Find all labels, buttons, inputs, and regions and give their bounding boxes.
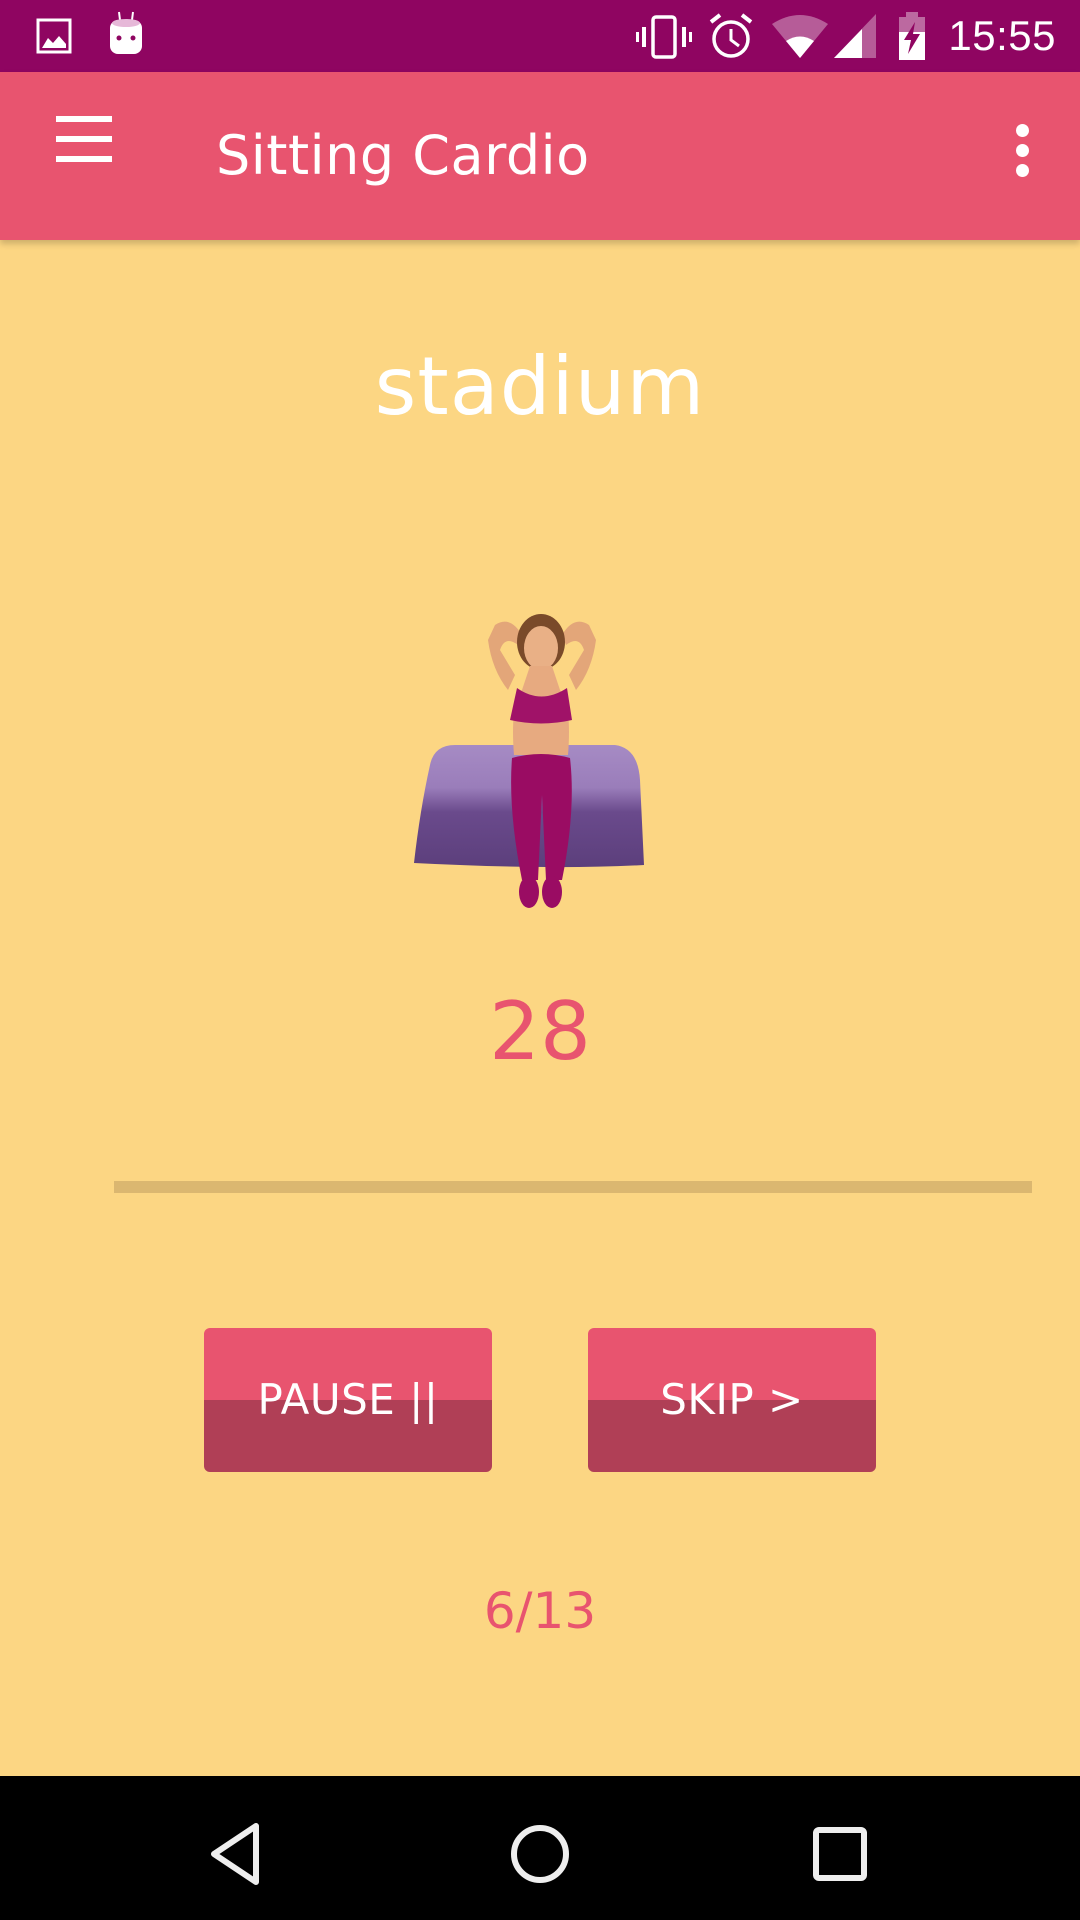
home-circle-icon[interactable] xyxy=(490,1804,590,1904)
alarm-icon xyxy=(709,13,753,58)
app-bar: Sitting Cardio xyxy=(0,72,1080,240)
status-bar: 15:55 xyxy=(0,0,1080,72)
exercise-illustration xyxy=(414,614,644,908)
page-title: Sitting Cardio xyxy=(216,124,590,187)
back-triangle-icon[interactable] xyxy=(190,1804,290,1904)
navigation-bar xyxy=(0,1776,1080,1920)
hamburger-menu-button[interactable] xyxy=(40,116,128,196)
skip-button[interactable]: SKIP > xyxy=(588,1328,876,1472)
exercise-name: stadium xyxy=(374,340,706,433)
android-robot-icon xyxy=(110,11,142,54)
battery-charging-icon xyxy=(899,12,925,60)
vibrate-icon xyxy=(636,15,692,59)
exercise-counter: 6/13 xyxy=(483,1582,597,1640)
cell-signal-icon xyxy=(834,14,876,58)
clock-time: 15:55 xyxy=(948,12,1056,59)
gallery-notification-icon xyxy=(36,18,72,54)
recents-square-icon[interactable] xyxy=(790,1804,890,1904)
pause-button[interactable]: PAUSE || xyxy=(204,1328,492,1472)
exercise-progress-bar xyxy=(114,1181,1032,1193)
wifi-icon xyxy=(772,15,828,58)
countdown-timer: 28 xyxy=(489,985,591,1078)
overflow-menu-button[interactable] xyxy=(994,116,1050,196)
